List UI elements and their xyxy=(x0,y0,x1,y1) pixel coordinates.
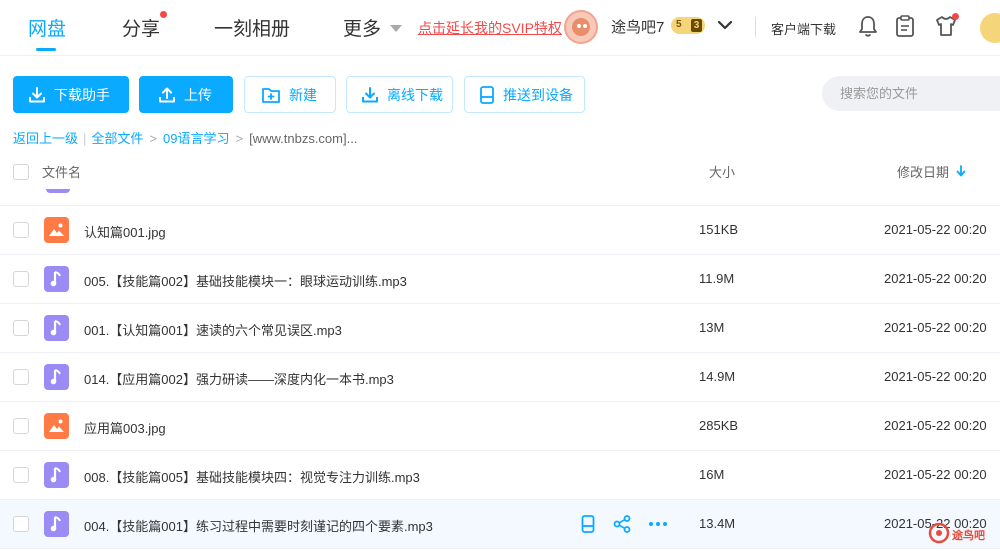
coin-icon[interactable] xyxy=(980,13,1000,43)
file-modified-date: 2021-05-22 00:20 xyxy=(884,418,987,433)
audio-file-icon xyxy=(44,364,69,390)
file-size: 151KB xyxy=(699,222,739,237)
nav-divider xyxy=(755,17,756,37)
row-checkbox[interactable] xyxy=(13,369,29,385)
nav-more[interactable]: 更多 xyxy=(343,14,381,41)
row-checkbox[interactable] xyxy=(13,222,29,238)
share-notification-dot xyxy=(160,11,167,18)
file-size: 11.9M xyxy=(699,271,735,286)
upload-button[interactable]: 上传 xyxy=(139,76,233,113)
file-row[interactable]: 005.【技能篇002】基础技能模块一：眼球运动训练.mp3 11.9M 2021-… xyxy=(0,255,1000,304)
vip-level: 5 xyxy=(676,19,682,30)
clipboard-icon[interactable] xyxy=(895,14,915,38)
push-device-icon[interactable] xyxy=(580,514,596,537)
device-icon xyxy=(480,85,494,104)
bell-icon[interactable] xyxy=(857,14,879,38)
chevron-down-icon[interactable] xyxy=(716,15,734,35)
tshirt-notification-dot xyxy=(952,13,959,20)
audio-file-icon xyxy=(44,315,69,341)
new-folder-label: 新建 xyxy=(289,86,317,103)
upload-icon xyxy=(159,87,175,102)
image-file-icon xyxy=(44,413,69,439)
nav-album[interactable]: 一刻相册 xyxy=(214,14,290,41)
scrolled-row-icon-peek xyxy=(46,189,70,193)
header-filename[interactable]: 文件名 xyxy=(42,162,81,181)
breadcrumb-folder[interactable]: 09语言学习 xyxy=(163,128,229,147)
push-to-device-label: 推送到设备 xyxy=(503,86,573,103)
breadcrumb: 返回上一级 | 全部文件 >09语言学习 > [www.tnbzs.com]... xyxy=(13,128,357,147)
file-modified-date: 2021-05-22 00:20 xyxy=(884,271,987,286)
file-modified-date: 2021-05-22 00:20 xyxy=(884,222,987,237)
offline-download-label: 离线下载 xyxy=(387,86,443,103)
avatar[interactable] xyxy=(564,10,598,44)
breadcrumb-current: [www.tnbzs.com]... xyxy=(249,131,358,146)
client-download-link[interactable]: 客户端下载 xyxy=(771,19,836,38)
file-modified-date: 2021-05-22 00:20 xyxy=(884,467,987,482)
file-row[interactable]: 认知篇001.jpg 151KB 2021-05-22 00:20 xyxy=(0,206,1000,255)
breadcrumb-back[interactable]: 返回上一级 xyxy=(13,128,78,147)
file-row[interactable]: 应用篇003.jpg 285KB 2021-05-22 00:20 xyxy=(0,402,1000,451)
file-name[interactable]: 应用篇003.jpg xyxy=(84,418,166,437)
upload-label: 上传 xyxy=(184,86,212,103)
breadcrumb-all-files[interactable]: 全部文件 xyxy=(91,128,143,147)
more-caret-icon[interactable] xyxy=(390,25,402,32)
watermark-text: 途鸟吧 xyxy=(952,530,985,542)
file-size: 13.4M xyxy=(699,516,736,531)
file-modified-date: 2021-05-22 00:20 xyxy=(884,369,987,384)
share-icon[interactable] xyxy=(612,514,632,537)
breadcrumb-separator: > xyxy=(149,131,158,146)
file-name[interactable]: 001.【认知篇001】速读的六个常见误区.mp3 xyxy=(84,320,342,339)
file-size: 13M xyxy=(699,320,725,335)
file-name[interactable]: 认知篇001.jpg xyxy=(84,222,166,241)
audio-file-icon xyxy=(44,462,69,488)
more-options-icon[interactable] xyxy=(648,514,668,537)
svip-promo-link[interactable]: 点击延长我的SVIP特权 xyxy=(418,18,562,38)
download-helper-label: 下载助手 xyxy=(54,86,110,103)
new-folder-icon xyxy=(262,87,280,103)
audio-file-icon xyxy=(44,511,69,537)
top-nav: 网盘 分享 一刻相册 更多 点击延长我的SVIP特权 途鸟吧7 5 3 客户端下… xyxy=(0,0,1000,56)
row-checkbox[interactable] xyxy=(13,516,29,532)
vip-badge: 5 3 xyxy=(671,17,705,34)
username[interactable]: 途鸟吧7 xyxy=(611,16,664,37)
nav-netdisk[interactable]: 网盘 xyxy=(28,14,66,41)
select-all-checkbox[interactable] xyxy=(13,164,29,180)
file-name[interactable]: 004.【技能篇001】练习过程中需要时刻谨记的四个要素.mp3 xyxy=(84,516,433,535)
row-checkbox[interactable] xyxy=(13,271,29,287)
audio-file-icon xyxy=(44,266,69,292)
nav-active-underline xyxy=(36,48,56,51)
file-name[interactable]: 014.【应用篇002】强力研读——深度内化一本书.mp3 xyxy=(84,369,394,388)
new-folder-button[interactable]: 新建 xyxy=(244,76,336,113)
file-row[interactable]: 008.【技能篇005】基础技能模块四：视觉专注力训练.mp3 16M 2021-0… xyxy=(0,451,1000,500)
header-modified-date[interactable]: 修改日期 xyxy=(897,162,949,181)
row-checkbox[interactable] xyxy=(13,467,29,483)
file-size: 16M xyxy=(699,467,725,482)
file-row[interactable]: 004.【技能篇001】练习过程中需要时刻谨记的四个要素.mp3 13.4M 202… xyxy=(0,500,1000,549)
image-file-icon xyxy=(44,217,69,243)
download-icon xyxy=(29,86,45,102)
offline-download-icon xyxy=(362,86,378,102)
push-to-device-button[interactable]: 推送到设备 xyxy=(464,76,585,113)
breadcrumb-divider: | xyxy=(83,131,87,146)
nav-share[interactable]: 分享 xyxy=(122,14,160,41)
header-size[interactable]: 大小 xyxy=(709,162,735,181)
file-row[interactable]: 014.【应用篇002】强力研读——深度内化一本书.mp3 14.9M 2021-0… xyxy=(0,353,1000,402)
file-name[interactable]: 005.【技能篇002】基础技能模块一：眼球运动训练.mp3 xyxy=(84,271,407,290)
file-row[interactable]: 001.【认知篇001】速读的六个常见误区.mp3 13M 2021-05-22 0… xyxy=(0,304,1000,353)
file-modified-date: 2021-05-22 00:20 xyxy=(884,320,987,335)
file-name[interactable]: 008.【技能篇005】基础技能模块四：视觉专注力训练.mp3 xyxy=(84,467,420,486)
download-helper-button[interactable]: 下载助手 xyxy=(13,76,129,113)
vip-sublevel: 3 xyxy=(691,19,702,32)
row-checkbox[interactable] xyxy=(13,418,29,434)
breadcrumb-separator: > xyxy=(235,131,244,146)
sort-desc-icon[interactable] xyxy=(956,165,966,177)
row-checkbox[interactable] xyxy=(13,320,29,336)
watermark-logo-icon xyxy=(928,522,950,544)
search-input[interactable] xyxy=(822,76,1000,111)
file-size: 285KB xyxy=(699,418,739,433)
row-actions xyxy=(580,514,684,537)
file-size: 14.9M xyxy=(699,369,736,384)
offline-download-button[interactable]: 离线下载 xyxy=(346,76,453,113)
